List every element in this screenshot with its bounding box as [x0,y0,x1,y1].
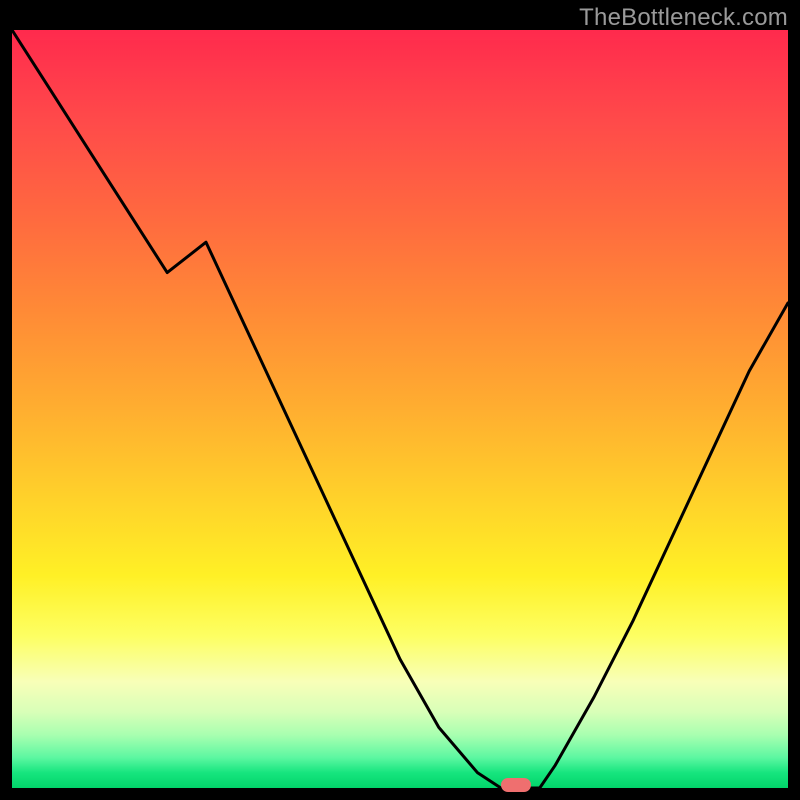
watermark-text: TheBottleneck.com [0,4,788,32]
plot-area [12,30,788,788]
curve-path [12,30,788,788]
optimal-marker [501,778,531,792]
bottleneck-curve [12,30,788,788]
chart-frame: TheBottleneck.com [0,0,800,800]
